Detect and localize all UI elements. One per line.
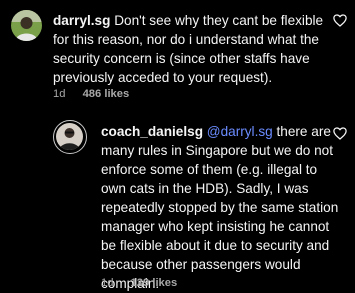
avatar[interactable]	[53, 120, 87, 154]
avatar[interactable]	[11, 10, 42, 41]
reply-comment-item: coach_danielsg @darryl.sg there are many…	[0, 110, 355, 291]
comment-username[interactable]: darryl.sg	[53, 13, 110, 28]
comment-text: there are many rules in Singapore but we…	[101, 124, 339, 291]
comment-item: darryl.sg Don't see why they cant be fle…	[0, 0, 355, 110]
heart-icon[interactable]	[333, 127, 347, 140]
heart-icon[interactable]	[333, 14, 347, 27]
comment-likes-count[interactable]: 486 likes	[83, 88, 130, 100]
comment-timestamp[interactable]: 1d	[53, 88, 65, 100]
comment-username[interactable]: coach_danielsg	[101, 124, 203, 139]
comment-likes-count[interactable]: 129 likes	[131, 277, 178, 289]
comment-timestamp[interactable]: 1d	[101, 277, 113, 289]
avatar-photo-icon	[56, 123, 83, 150]
avatar-photo-icon	[11, 10, 42, 41]
mention-link[interactable]: @darryl.sg	[207, 124, 273, 139]
